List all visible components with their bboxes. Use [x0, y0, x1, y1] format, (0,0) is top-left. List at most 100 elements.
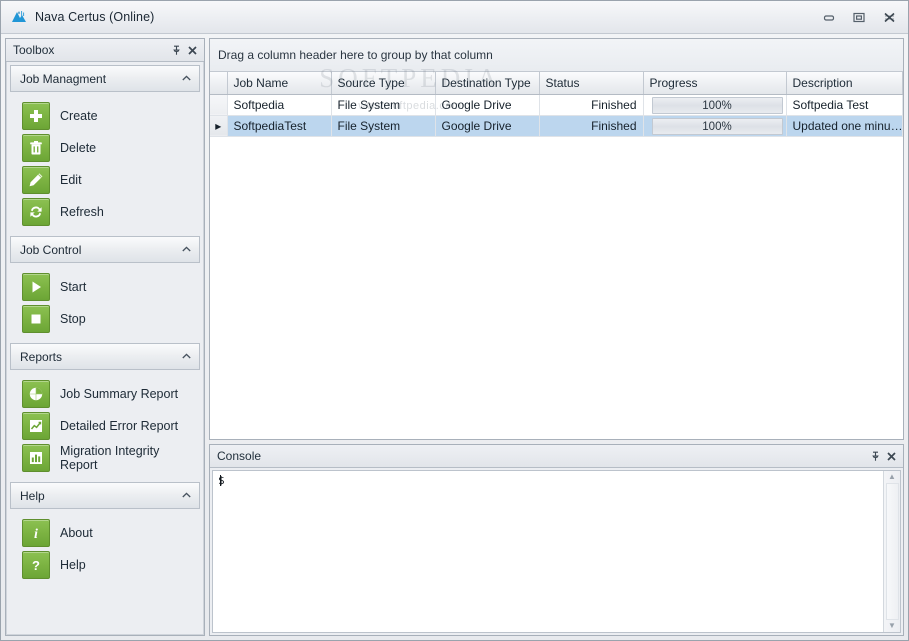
toolbox-item-label: Stop [60, 312, 86, 326]
table-row[interactable]: ▸ SoftpediaTest File System Google Drive… [210, 115, 903, 137]
toolbox-group-items-job-control: Start Stop [10, 265, 200, 343]
scrollbar-thumb[interactable] [885, 483, 899, 620]
play-icon [22, 273, 50, 301]
question-icon: ? [22, 551, 50, 579]
toolbox-item-label: Delete [60, 141, 97, 155]
toolbox-item-stop[interactable]: Stop [10, 303, 200, 335]
application-window: Nava Certus (Online) Toolbox Job Managme… [0, 0, 909, 641]
plus-icon [22, 102, 50, 130]
close-button[interactable] [874, 4, 904, 30]
cell-destination-type: Google Drive [435, 115, 540, 137]
cell-status: Finished [539, 115, 644, 137]
toolbox-item-help[interactable]: ? Help [10, 549, 200, 581]
cell-source-type: File System [331, 115, 436, 137]
cell-progress: 100% [643, 94, 787, 116]
cell-progress: 100% [643, 115, 787, 137]
minimize-button[interactable] [814, 4, 844, 30]
group-title: Job Managment [20, 71, 107, 86]
console-pin-icon[interactable] [867, 448, 883, 464]
trash-icon [22, 134, 50, 162]
jobs-table: Job Name Source Type Destination Type St… [210, 72, 903, 137]
main-body: Toolbox Job Managment Create Delete Edit… [1, 34, 908, 640]
toolbox-groups: Job Managment Create Delete Edit Refresh… [10, 65, 200, 631]
toolbox-caption-bar: Toolbox [6, 39, 204, 62]
toolbox-item-migration-integrity-report[interactable]: Migration Integrity Report [10, 442, 200, 474]
console-panel: Console $ ▲ ▼ [209, 444, 904, 636]
svg-text:?: ? [32, 558, 40, 573]
chevron-up-icon [181, 244, 192, 255]
pie-chart-icon [22, 380, 50, 408]
group-title: Reports [20, 349, 63, 364]
group-by-drop-area[interactable]: Drag a column header here to group by th… [210, 39, 903, 72]
toolbox-item-refresh[interactable]: Refresh [10, 196, 200, 228]
column-header-destination-type[interactable]: Destination Type [435, 72, 540, 95]
scroll-down-icon[interactable]: ▼ [888, 622, 896, 630]
progress-bar: 100% [651, 97, 783, 114]
console-output[interactable]: $ [213, 471, 883, 632]
bar-chart-icon [22, 444, 50, 472]
toolbox-item-label: Edit [60, 173, 82, 187]
console-close-icon[interactable] [883, 448, 899, 464]
toolbox-group-items-job-managment: Create Delete Edit Refresh [10, 94, 200, 236]
cell-description: Updated one minu… [786, 115, 903, 137]
window-controls [814, 1, 904, 33]
toolbox-item-label: Create [60, 109, 98, 123]
toolbox-item-start[interactable]: Start [10, 271, 200, 303]
row-indicator: ▸ [210, 115, 228, 137]
toolbox-item-create[interactable]: Create [10, 100, 200, 132]
cell-job-name: Softpedia [227, 94, 332, 116]
console-scrollbar[interactable]: ▲ ▼ [883, 471, 900, 632]
toolbox-panel: Toolbox Job Managment Create Delete Edit… [5, 38, 205, 636]
toolbox-item-delete[interactable]: Delete [10, 132, 200, 164]
cell-destination-type: Google Drive [435, 94, 540, 116]
progress-label: 100% [702, 120, 732, 133]
table-row[interactable]: Softpedia File System Google Drive Finis… [210, 94, 903, 116]
title-bar: Nava Certus (Online) [1, 1, 908, 34]
row-indicator-header [210, 72, 228, 95]
console-body[interactable]: $ ▲ ▼ [212, 470, 901, 633]
jobs-grid-panel: Drag a column header here to group by th… [209, 38, 904, 440]
toolbox-item-label: Job Summary Report [60, 387, 179, 401]
toolbox-item-label: Detailed Error Report [60, 419, 179, 433]
row-indicator [210, 94, 228, 116]
toolbox-item-detailed-error-report[interactable]: Detailed Error Report [10, 410, 200, 442]
app-logo-icon [10, 8, 28, 26]
info-icon: i [22, 519, 50, 547]
toolbox-group-header-job-managment[interactable]: Job Managment [10, 65, 200, 92]
chevron-up-icon [181, 351, 192, 362]
toolbox-group-header-help[interactable]: Help [10, 482, 200, 509]
column-header-progress[interactable]: Progress [643, 72, 787, 95]
refresh-icon [22, 198, 50, 226]
group-title: Help [20, 488, 45, 503]
toolbox-item-edit[interactable]: Edit [10, 164, 200, 196]
window-title: Nava Certus (Online) [35, 10, 155, 24]
scroll-up-icon[interactable]: ▲ [888, 473, 896, 481]
toolbox-title: Toolbox [13, 43, 55, 57]
right-column: Drag a column header here to group by th… [209, 38, 904, 636]
toolbox-item-label: Refresh [60, 205, 104, 219]
column-header-status[interactable]: Status [539, 72, 644, 95]
console-title: Console [217, 449, 262, 463]
toolbox-pin-icon[interactable] [168, 42, 184, 58]
table-header-row: Job Name Source Type Destination Type St… [210, 72, 903, 95]
toolbox-item-label: Migration Integrity Report [60, 444, 160, 472]
toolbox-item-about[interactable]: i About [10, 517, 200, 549]
toolbox-group-header-reports[interactable]: Reports [10, 343, 200, 370]
column-header-source-type[interactable]: Source Type [331, 72, 436, 95]
toolbox-item-job-summary-report[interactable]: Job Summary Report [10, 378, 200, 410]
maximize-button[interactable] [844, 4, 874, 30]
column-header-job-name[interactable]: Job Name [227, 72, 332, 95]
stop-icon [22, 305, 50, 333]
cell-description: Softpedia Test [786, 94, 903, 116]
group-by-hint: Drag a column header here to group by th… [218, 48, 493, 62]
line-chart-icon [22, 412, 50, 440]
toolbox-close-icon[interactable] [184, 42, 200, 58]
toolbox-group-header-job-control[interactable]: Job Control [10, 236, 200, 263]
chevron-up-icon [181, 490, 192, 501]
progress-bar: 100% [651, 118, 783, 135]
toolbox-content: Job Managment Create Delete Edit Refresh… [6, 62, 204, 635]
toolbox-item-label: About [60, 526, 93, 540]
column-header-description[interactable]: Description [786, 72, 903, 95]
chevron-up-icon [181, 73, 192, 84]
cell-job-name: SoftpediaTest [227, 115, 332, 137]
